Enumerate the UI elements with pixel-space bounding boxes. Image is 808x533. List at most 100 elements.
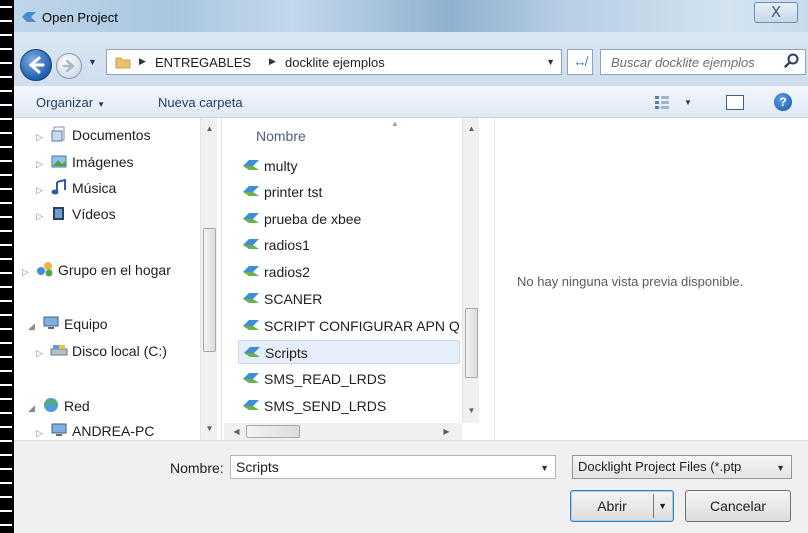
nav-item-label: Vídeos bbox=[72, 206, 116, 222]
list-item[interactable]: SCANER bbox=[238, 287, 460, 311]
preview-pane-toggle-icon[interactable] bbox=[726, 95, 744, 110]
collapse-arrow-icon[interactable]: ◢ bbox=[28, 321, 42, 332]
navigation-pane[interactable]: ▷ Documentos ▷ Imágenes ▷ Música ▷ Vídeos ▷ G… bbox=[14, 118, 222, 440]
refresh-icon: ↮ bbox=[573, 54, 587, 69]
list-item[interactable]: SCRIPT CONFIGURAR APN Q bbox=[238, 314, 460, 338]
breadcrumb-arrow-icon[interactable]: ▶ bbox=[139, 56, 146, 67]
file-name: radios1 bbox=[264, 237, 310, 253]
scroll-right-arrow-icon[interactable]: ▶ bbox=[438, 423, 455, 440]
list-item-selected[interactable]: Scripts bbox=[238, 340, 460, 364]
list-item[interactable]: printer tst bbox=[238, 180, 460, 204]
docklight-script-icon bbox=[244, 347, 260, 357]
list-item[interactable]: radios1 bbox=[238, 233, 460, 257]
address-dropdown-icon[interactable]: ▼ bbox=[546, 57, 555, 67]
nav-item-label: Red bbox=[64, 398, 90, 414]
docklight-script-icon bbox=[243, 160, 259, 170]
no-preview-message: No hay ninguna vista previa disponible. bbox=[517, 274, 744, 289]
search-input[interactable]: Buscar docklite ejemplos bbox=[600, 49, 806, 75]
breadcrumb-entregables[interactable]: ENTREGABLES bbox=[155, 55, 251, 70]
scroll-up-arrow-icon[interactable]: ▲ bbox=[201, 120, 218, 137]
back-button[interactable] bbox=[20, 49, 52, 81]
scroll-down-arrow-icon[interactable]: ▼ bbox=[201, 420, 218, 437]
refresh-button[interactable]: ↮ bbox=[567, 49, 593, 75]
expand-arrow-icon[interactable]: ▷ bbox=[22, 267, 36, 278]
file-list-scrollbar[interactable]: ▲ ▼ bbox=[462, 118, 479, 423]
title-bar: Open Project X bbox=[14, 0, 808, 32]
file-name: SCANER bbox=[264, 291, 323, 307]
list-item[interactable]: SMS_SEND_LRDS bbox=[238, 394, 460, 418]
column-header-nombre[interactable]: Nombre bbox=[256, 128, 306, 144]
docklight-script-icon bbox=[243, 373, 259, 383]
nav-item-red[interactable]: ◢ Red bbox=[28, 397, 90, 417]
list-item[interactable]: radios2 bbox=[238, 260, 460, 284]
preview-pane: No hay ninguna vista previa disponible. bbox=[494, 118, 808, 440]
help-icon[interactable]: ? bbox=[774, 93, 792, 111]
expand-arrow-icon[interactable]: ▷ bbox=[36, 211, 50, 222]
expand-arrow-icon[interactable]: ▷ bbox=[36, 159, 50, 170]
new-folder-button[interactable]: Nueva carpeta bbox=[158, 95, 243, 110]
scroll-down-arrow-icon[interactable]: ▼ bbox=[463, 402, 480, 419]
file-name-value: Scripts bbox=[236, 459, 279, 475]
close-button[interactable]: X bbox=[754, 2, 798, 23]
view-dropdown-icon[interactable]: ▼ bbox=[684, 98, 692, 107]
file-type-value: Docklight Project Files (*.ptp bbox=[578, 459, 742, 474]
file-type-select[interactable]: Docklight Project Files (*.ptp ▼ bbox=[572, 455, 792, 479]
documents-icon bbox=[51, 126, 65, 142]
nav-item-andrea-pc[interactable]: ▷ ANDREA-PC bbox=[36, 422, 154, 442]
nav-item-equipo[interactable]: ◢ Equipo bbox=[28, 315, 108, 335]
nav-item-label: Equipo bbox=[64, 316, 108, 332]
forward-arrow-icon bbox=[62, 59, 75, 73]
nav-pane-scrollbar[interactable]: ▲ ▼ bbox=[200, 118, 217, 440]
search-icon[interactable] bbox=[784, 53, 800, 69]
file-name-label: Nombre: bbox=[170, 460, 224, 476]
split-separator bbox=[653, 494, 654, 518]
scroll-left-arrow-icon[interactable]: ◀ bbox=[228, 423, 245, 440]
list-item[interactable]: multy bbox=[238, 154, 460, 178]
expand-arrow-icon[interactable]: ▷ bbox=[36, 428, 50, 439]
pictures-icon bbox=[51, 155, 67, 168]
window-title: Open Project bbox=[42, 10, 118, 25]
videos-icon bbox=[53, 207, 64, 220]
scroll-up-arrow-icon[interactable]: ▲ bbox=[463, 120, 480, 137]
file-name: multy bbox=[264, 158, 298, 174]
nav-item-videos[interactable]: ▷ Vídeos bbox=[36, 205, 116, 225]
nav-item-label: Documentos bbox=[72, 127, 151, 143]
command-bar: Organizar ▼ Nueva carpeta ▼ ? bbox=[14, 86, 808, 118]
open-button[interactable]: Abrir ▼ bbox=[570, 490, 674, 522]
nav-item-label: Grupo en el hogar bbox=[58, 262, 171, 278]
nav-item-musica[interactable]: ▷ Música bbox=[36, 179, 116, 199]
breadcrumb-docklite-ejemplos[interactable]: docklite ejemplos bbox=[285, 55, 385, 70]
file-scroll-thumb[interactable] bbox=[465, 308, 478, 378]
breadcrumb-arrow-icon[interactable]: ▶ bbox=[269, 56, 276, 67]
list-item[interactable]: SMS_READ_LRDS bbox=[238, 367, 460, 391]
address-bar[interactable]: ▶ ENTREGABLES ▶ docklite ejemplos ▼ bbox=[106, 49, 562, 75]
homegroup-icon bbox=[37, 262, 53, 277]
nav-item-imagenes[interactable]: ▷ Imágenes bbox=[36, 153, 133, 173]
file-type-dropdown-icon[interactable]: ▼ bbox=[776, 463, 785, 473]
nav-item-documentos[interactable]: ▷ Documentos bbox=[36, 126, 151, 146]
expand-arrow-icon[interactable]: ▷ bbox=[36, 185, 50, 196]
expand-arrow-icon[interactable]: ▷ bbox=[36, 132, 50, 143]
collapse-arrow-icon[interactable]: ◢ bbox=[28, 403, 42, 414]
file-name-dropdown-icon[interactable]: ▼ bbox=[540, 463, 549, 473]
nav-item-disco-local[interactable]: ▷ Disco local (C:) bbox=[36, 342, 167, 362]
file-list-horizontal-scrollbar[interactable]: ◀ ▶ bbox=[224, 423, 462, 440]
cancel-button[interactable]: Cancelar bbox=[685, 490, 791, 522]
organize-label: Organizar bbox=[36, 95, 94, 110]
docklight-script-icon bbox=[243, 266, 259, 276]
address-row: ▼ ▶ ENTREGABLES ▶ docklite ejemplos ▼ ↮ … bbox=[14, 32, 808, 86]
horizontal-scroll-thumb[interactable] bbox=[246, 425, 300, 438]
organize-menu[interactable]: Organizar ▼ bbox=[36, 95, 105, 110]
file-name: SMS_SEND_LRDS bbox=[264, 398, 387, 414]
list-item[interactable]: prueba de xbee bbox=[238, 207, 460, 231]
nav-scroll-thumb[interactable] bbox=[203, 228, 216, 352]
file-name-input[interactable]: Scripts ▼ bbox=[230, 455, 556, 479]
expand-arrow-icon[interactable]: ▷ bbox=[36, 348, 50, 359]
nav-item-grupo-en-el-hogar[interactable]: ▷ Grupo en el hogar bbox=[22, 261, 171, 281]
drive-icon bbox=[50, 345, 68, 356]
open-options-dropdown-icon[interactable]: ▼ bbox=[658, 491, 667, 521]
forward-button[interactable] bbox=[56, 53, 82, 79]
view-options-icon[interactable] bbox=[654, 95, 670, 109]
history-dropdown-icon[interactable]: ▼ bbox=[88, 57, 97, 67]
file-list-pane[interactable]: ▲ Nombre multy printer tst prueba de xbe… bbox=[224, 118, 479, 440]
